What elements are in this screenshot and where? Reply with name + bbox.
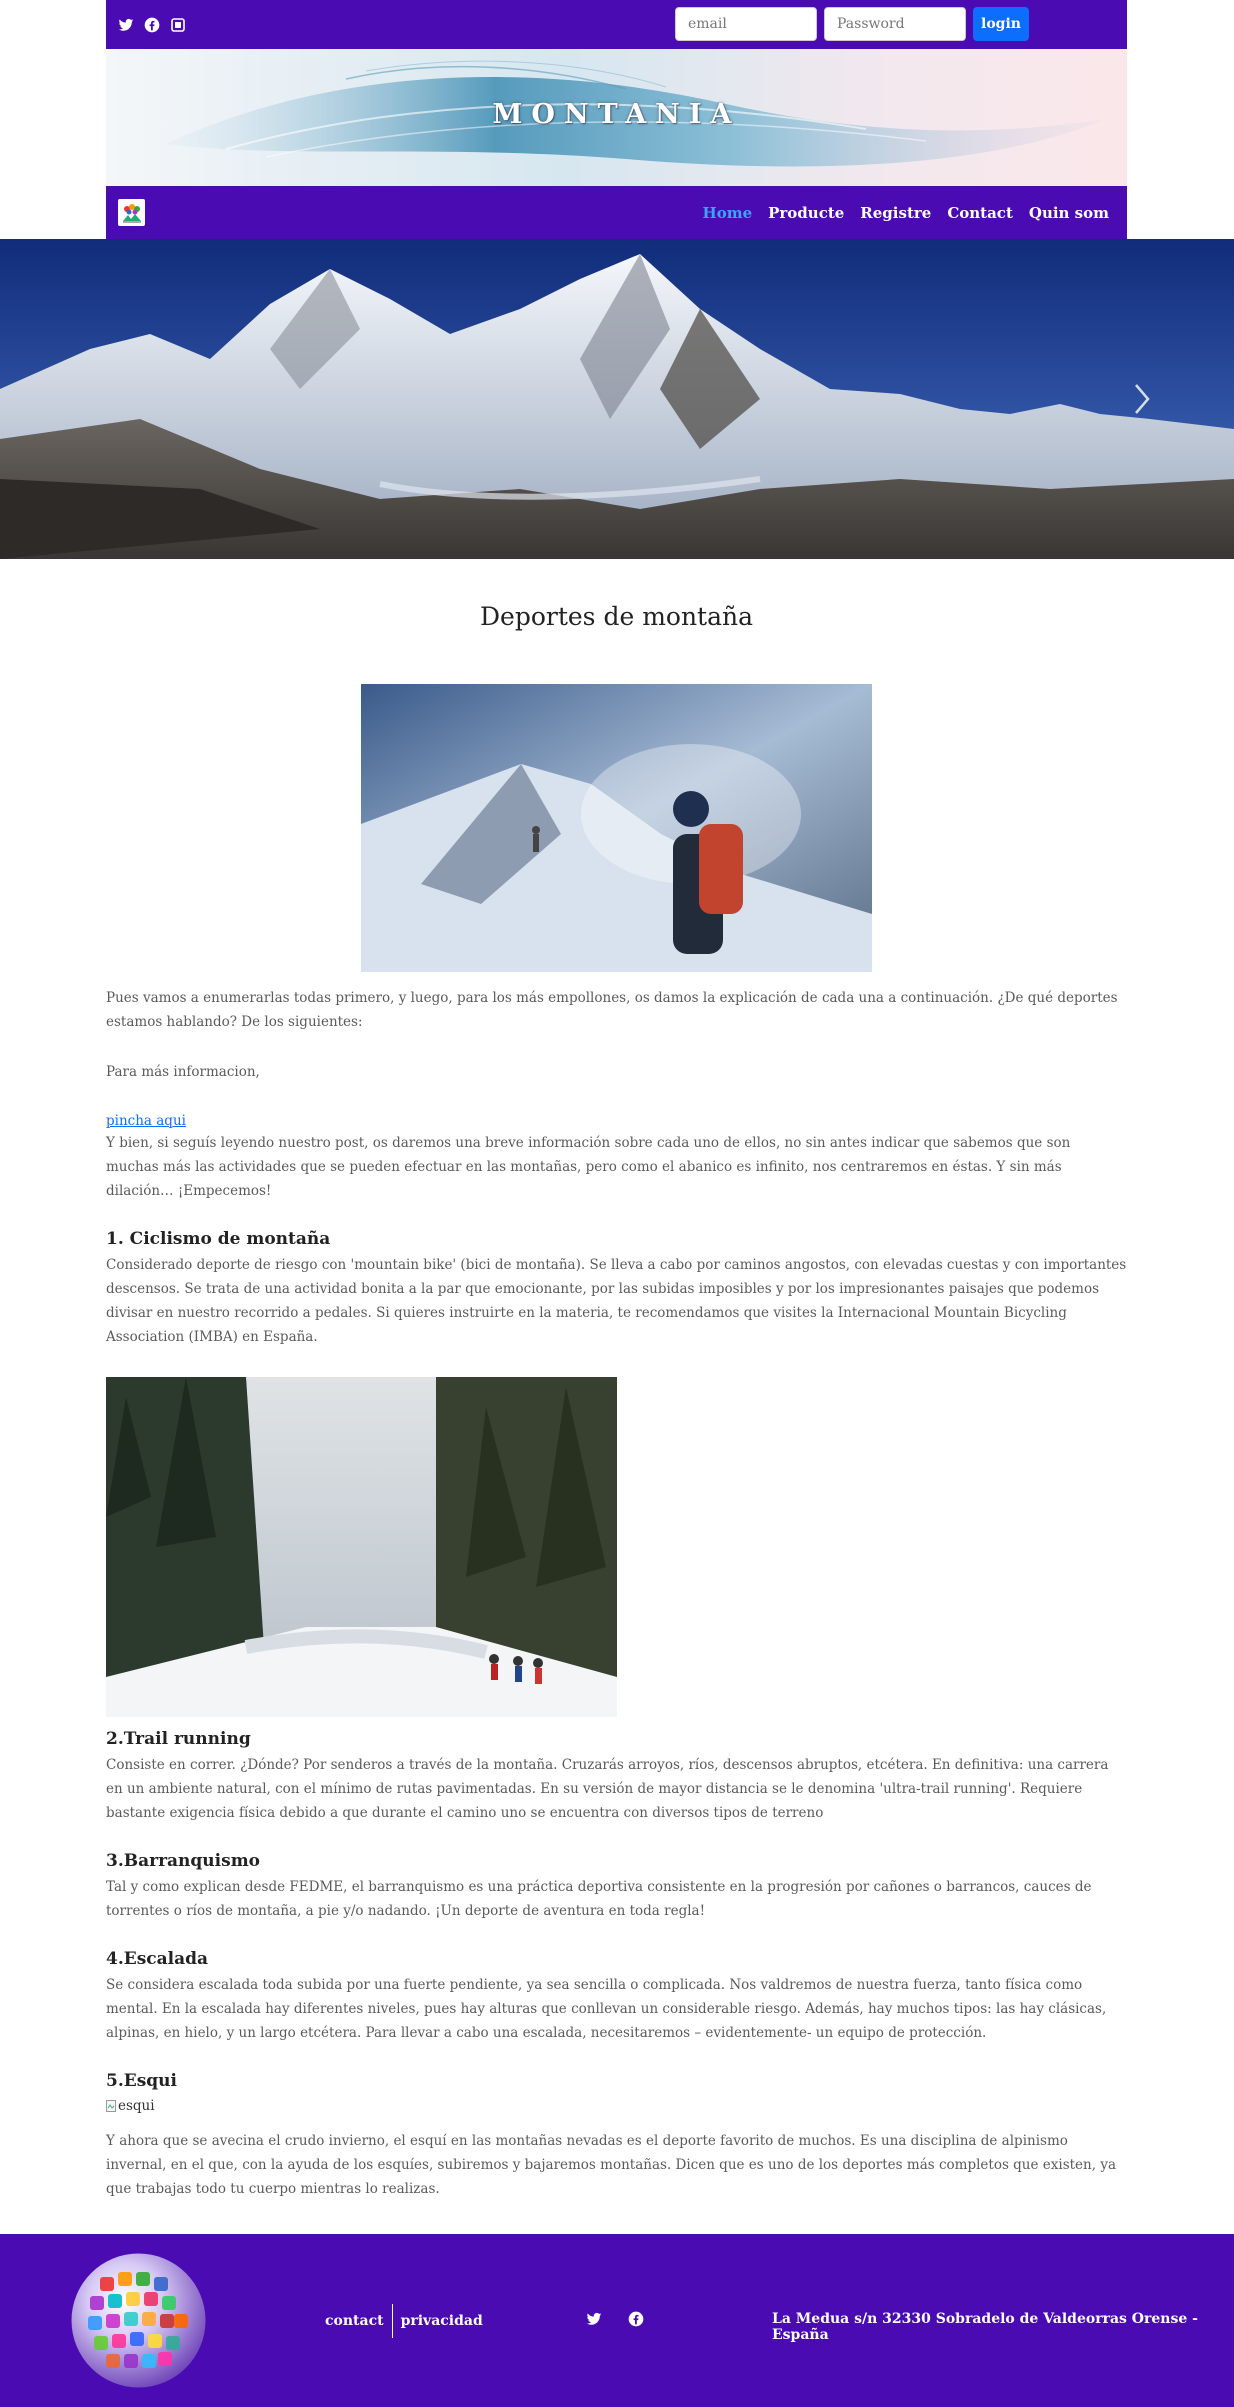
hero-carousel <box>0 239 1234 559</box>
post-intro-text: Y bien, si seguís leyendo nuestro post, … <box>106 1135 1071 1199</box>
social-links <box>118 17 186 33</box>
mountain-logo-icon <box>122 203 141 222</box>
login-form: login <box>675 7 1029 41</box>
globe-apps-logo <box>71 2253 206 2388</box>
section-text: Y ahora que se avecina el crudo invierno… <box>106 2133 1117 2197</box>
footer-links: contact privacidad <box>325 2304 483 2338</box>
section-heading: 2.Trail running <box>106 1729 251 1749</box>
instagram-icon[interactable] <box>170 17 186 33</box>
brand-logo[interactable] <box>118 199 145 226</box>
twitter-icon[interactable] <box>586 2311 602 2327</box>
top-bar: login <box>106 0 1127 49</box>
main-navbar: Home Producte Registre Contact Quin som <box>106 186 1127 239</box>
skiers-forest-image <box>106 1377 617 1717</box>
facebook-icon[interactable] <box>628 2311 644 2327</box>
section-heading: 4.Escalada <box>106 1949 209 1969</box>
footer-contact-link[interactable]: contact <box>325 2313 384 2329</box>
hiker-snowstorm-image <box>361 684 872 972</box>
footer-address: La Medua s/n 32330 Sobradelo de Valdeorr… <box>772 2311 1198 2343</box>
section-text: Consiste en correr. ¿Dónde? Por senderos… <box>106 1757 1109 1821</box>
broken-image-icon <box>106 2100 116 2112</box>
password-field[interactable] <box>824 7 966 41</box>
section-heading: 5.Esqui <box>106 2071 177 2091</box>
footer-social <box>586 2311 644 2327</box>
section-text: Tal y como explican desde FEDME, el barr… <box>106 1879 1092 1919</box>
site-title: MONTANIA <box>492 99 741 130</box>
carousel-next-icon[interactable] <box>1130 379 1154 419</box>
nav-quin-som[interactable]: Quin som <box>1029 204 1109 222</box>
login-button[interactable]: login <box>973 7 1029 41</box>
footer-privacy-link[interactable]: privacidad <box>401 2313 483 2329</box>
nav-menu: Home Producte Registre Contact Quin som <box>703 204 1109 222</box>
section-text: Considerado deporte de riesgo con 'mount… <box>106 1257 1127 1345</box>
intro-text: Pues vamos a enumerarlas todas primero, … <box>106 990 1118 1030</box>
footer: contact privacidad La Medua s/n 32330 So… <box>0 2234 1234 2407</box>
section-text: Se considera escalada toda subida por un… <box>106 1977 1107 2041</box>
section-heading: 3.Barranquismo <box>106 1851 261 1871</box>
mountain-panorama-image <box>0 239 1234 559</box>
broken-image: esqui <box>106 2095 1127 2117</box>
footer-divider <box>391 2304 393 2338</box>
nav-producte[interactable]: Producte <box>768 204 844 222</box>
nav-contact[interactable]: Contact <box>947 204 1013 222</box>
more-info-text: Para más informacion, <box>106 1064 260 1080</box>
header-banner: MONTANIA <box>106 49 1127 186</box>
broken-image-alt: esqui <box>118 2098 155 2114</box>
email-field[interactable] <box>675 7 817 41</box>
nav-registre[interactable]: Registre <box>860 204 931 222</box>
more-info-link[interactable]: pincha aqui <box>106 1113 186 1129</box>
nav-home[interactable]: Home <box>703 204 753 222</box>
twitter-icon[interactable] <box>118 17 134 33</box>
main-content: Deportes de montaña Pues vamos a enumera… <box>106 602 1127 2201</box>
section-heading: 1. Ciclismo de montaña <box>106 1229 331 1249</box>
facebook-icon[interactable] <box>144 17 160 33</box>
page-title: Deportes de montaña <box>479 602 754 631</box>
